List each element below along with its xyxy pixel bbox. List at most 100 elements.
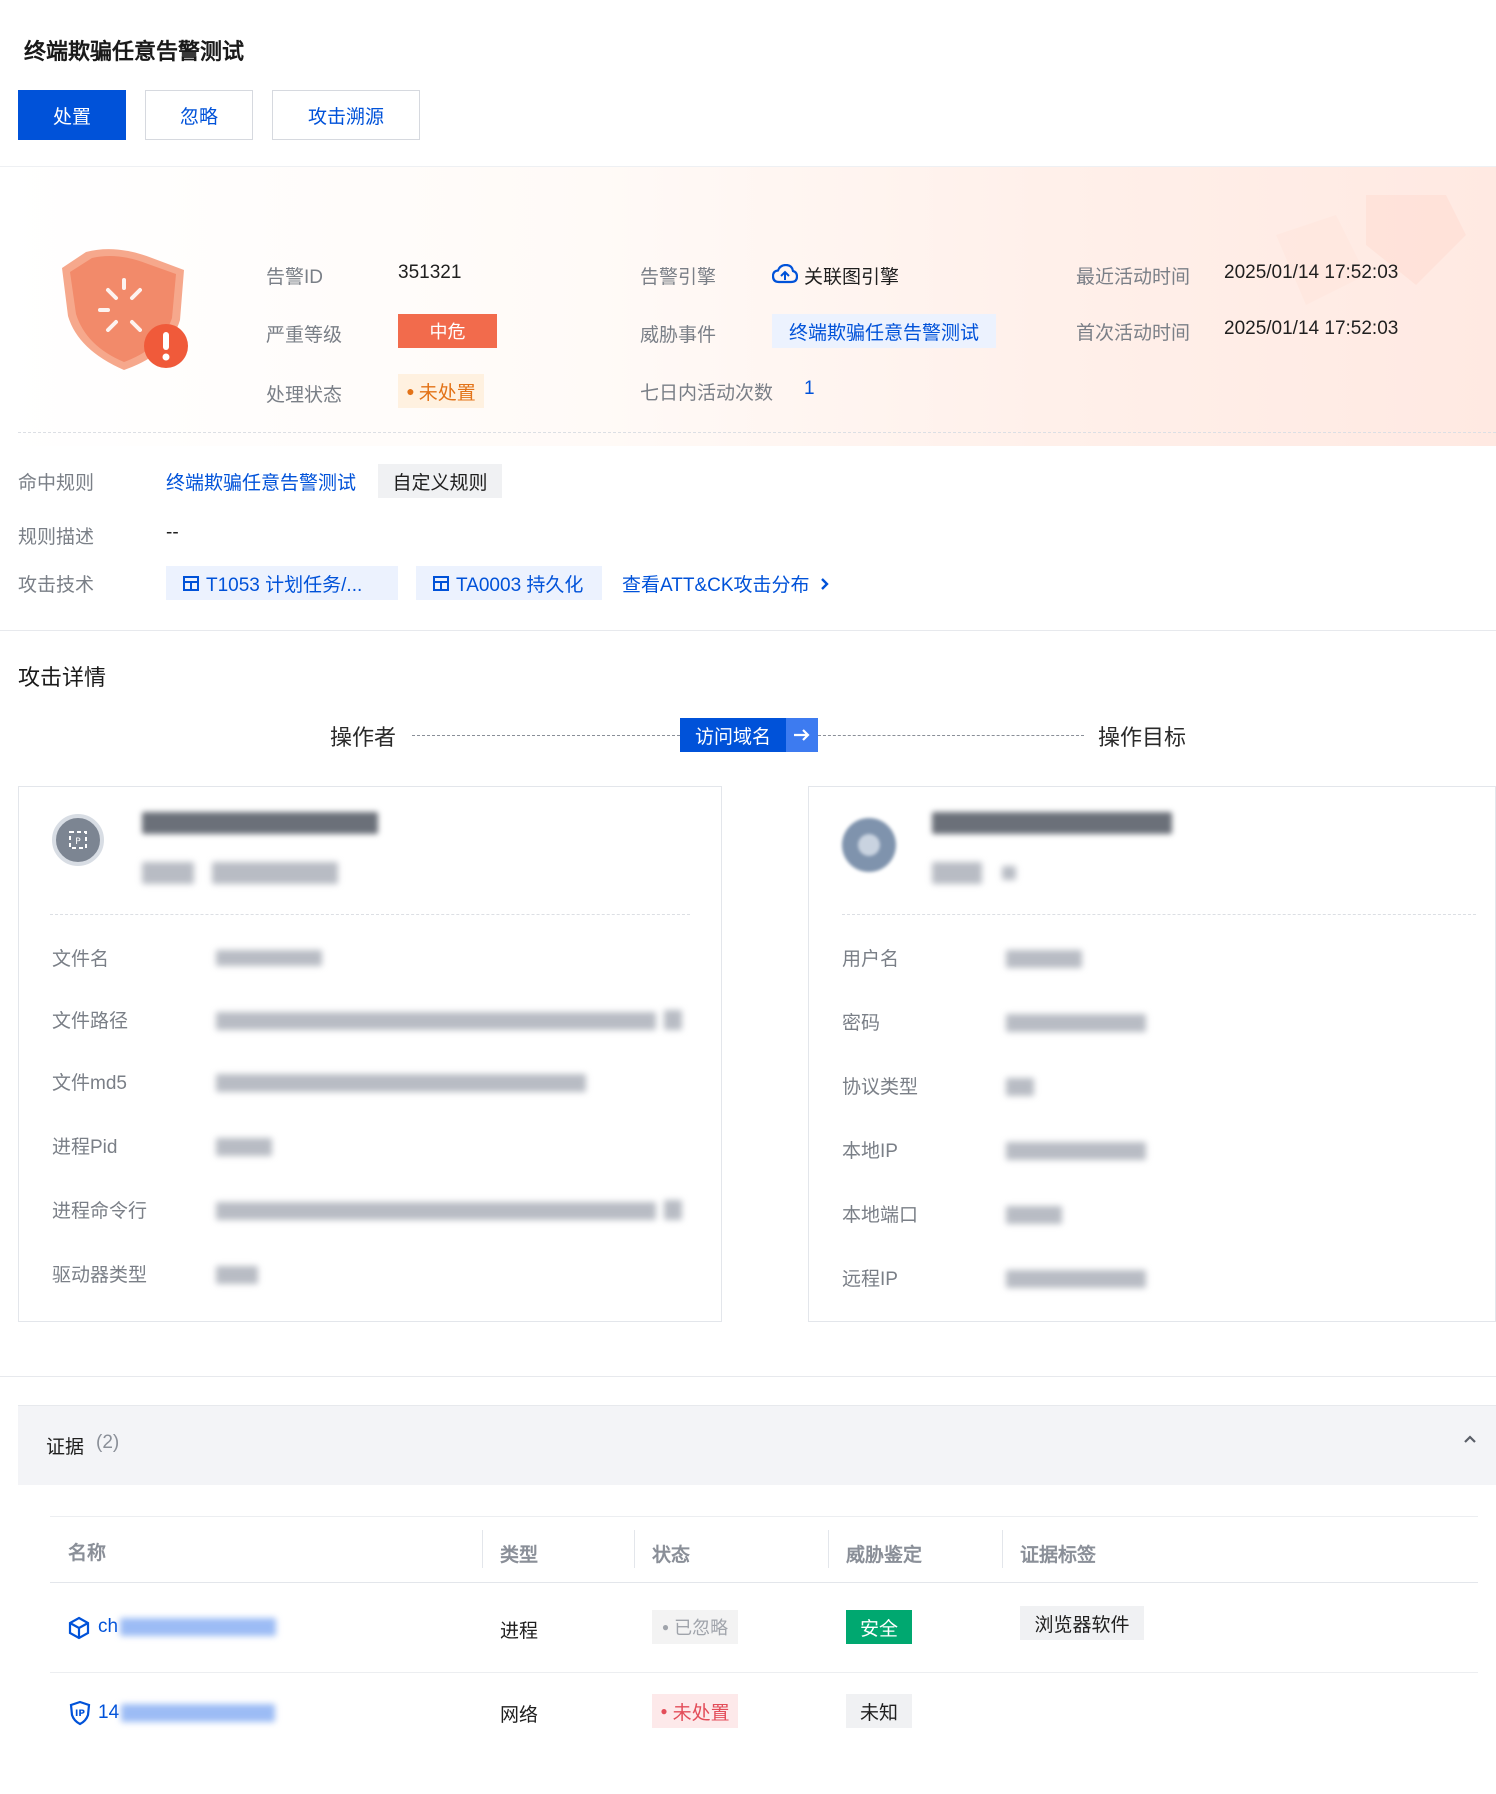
target-extra-redacted — [1002, 866, 1016, 880]
alert-id-value: 351321 — [398, 262, 462, 283]
evidence-ip-redacted — [121, 1704, 276, 1722]
field-pid-redacted — [216, 1138, 272, 1156]
copy-icon[interactable] — [664, 1200, 682, 1220]
status-dot-icon: ● — [406, 383, 415, 399]
tech-tag-t1053[interactable]: T1053 计划任务/... — [166, 566, 398, 600]
chevron-right-icon — [820, 577, 829, 590]
col-verdict: 威胁鉴定 — [846, 1545, 923, 1566]
cloud-engine-icon — [772, 264, 798, 284]
section-divider — [0, 1376, 1496, 1377]
rule-desc-label: 规则描述 — [18, 527, 95, 548]
status-dot-icon: ● — [660, 1704, 668, 1718]
evidence-type: 进程 — [500, 1621, 539, 1642]
custom-rule-tag: 自定义规则 — [378, 464, 502, 498]
field-drive-type-label: 驱动器类型 — [52, 1265, 148, 1286]
tech-tag-ta0003[interactable]: TA0003 持久化 — [416, 566, 602, 600]
field-protocol-label: 协议类型 — [842, 1077, 919, 1098]
attck-distribution-link[interactable]: 查看ATT&CK攻击分布 — [622, 570, 832, 597]
col-name: 名称 — [68, 1543, 107, 1564]
field-file-path-redacted — [216, 1012, 656, 1030]
field-file-path-label: 文件路径 — [52, 1011, 129, 1032]
evidence-tag-browser: 浏览器软件 — [1020, 1606, 1144, 1640]
copy-icon[interactable] — [664, 1010, 682, 1030]
evidence-title: 证据 — [46, 1437, 85, 1458]
field-file-name-redacted — [216, 950, 322, 966]
first-active-label: 首次活动时间 — [1076, 323, 1191, 344]
operator-tag-redacted — [142, 862, 194, 884]
col-status: 状态 — [652, 1545, 691, 1566]
grid-tech-icon — [433, 576, 449, 591]
table-header-line — [50, 1582, 1478, 1583]
field-password-redacted — [1006, 1014, 1146, 1032]
evidence-status-text: 已忽略 — [674, 1618, 729, 1638]
attck-link-text: 查看ATT&CK攻击分布 — [622, 575, 810, 596]
host-avatar-icon — [842, 818, 896, 872]
tech-tag-t1053-text: T1053 计划任务/... — [206, 574, 363, 596]
tech-tag-ta0003-text: TA0003 持久化 — [456, 574, 584, 596]
field-remote-ip-redacted — [1006, 1270, 1146, 1288]
field-file-md5-redacted — [216, 1074, 586, 1092]
field-protocol-redacted — [1006, 1078, 1034, 1096]
last-active-value: 2025/01/14 17:52:03 — [1224, 262, 1399, 283]
svg-text:IP: IP — [75, 1709, 85, 1719]
field-password-label: 密码 — [842, 1013, 881, 1034]
col-separator — [634, 1530, 635, 1568]
field-drive-type-redacted — [216, 1266, 258, 1284]
alert-id-label: 告警ID — [266, 267, 324, 288]
table-row-line — [50, 1672, 1478, 1673]
handle-button[interactable]: 处置 — [18, 90, 126, 140]
verdict-unknown-badge: 未知 — [846, 1694, 912, 1728]
shield-alert-icon — [62, 249, 188, 370]
event-label: 威胁事件 — [640, 325, 717, 346]
flow-line-right — [818, 735, 1084, 736]
verdict-safe-badge: 安全 — [846, 1610, 912, 1644]
status-dot-icon: ● — [661, 1620, 670, 1634]
rule-desc-value: -- — [166, 522, 179, 543]
col-separator — [1002, 1530, 1003, 1568]
col-separator — [828, 1530, 829, 1568]
chevron-up-icon[interactable] — [1462, 1432, 1478, 1446]
grid-tech-icon — [183, 576, 199, 591]
ignore-button[interactable]: 忽略 — [145, 90, 253, 140]
field-username-redacted — [1006, 950, 1082, 968]
field-file-md5-label: 文件md5 — [52, 1073, 127, 1094]
operator-card — [18, 786, 722, 1322]
table-top-line — [50, 1516, 1478, 1517]
col-evidence-tag: 证据标签 — [1020, 1545, 1097, 1566]
background-decoration-icon — [1276, 195, 1466, 305]
cube-icon — [68, 1616, 90, 1640]
evidence-status-unhandled: ● 未处置 — [652, 1694, 738, 1728]
process-avatar-icon: P — [52, 814, 104, 866]
target-tag-redacted — [932, 862, 982, 884]
svg-text:P: P — [75, 837, 81, 847]
attack-detail-title: 攻击详情 — [18, 665, 107, 690]
target-label: 操作目标 — [1098, 725, 1187, 750]
ip-shield-icon: IP — [69, 1700, 91, 1726]
evidence-name-link[interactable]: ch — [98, 1616, 277, 1638]
operator-label: 操作者 — [330, 725, 397, 750]
hit-rule-link[interactable]: 终端欺骗任意告警测试 — [166, 468, 356, 495]
severity-label: 严重等级 — [266, 325, 343, 346]
evidence-ip-link[interactable]: 14 — [98, 1702, 276, 1724]
field-cmdline-label: 进程命令行 — [52, 1201, 148, 1222]
status-badge-text: 未处置 — [418, 382, 476, 404]
evidence-header[interactable] — [18, 1405, 1496, 1485]
target-name-redacted — [932, 812, 1172, 834]
action-badge: 访问域名 — [680, 718, 786, 752]
evidence-status-text: 未处置 — [672, 1702, 730, 1724]
target-card-divider — [842, 914, 1476, 915]
evidence-name-prefix: ch — [98, 1616, 119, 1637]
evidence-ip-prefix: 14 — [98, 1702, 120, 1723]
evidence-count: (2) — [96, 1432, 120, 1453]
activity-count-value[interactable]: 1 — [804, 378, 815, 400]
col-separator — [482, 1530, 483, 1568]
event-link[interactable]: 终端欺骗任意告警测试 — [772, 314, 996, 348]
activity-count-label: 七日内活动次数 — [640, 383, 774, 404]
field-username-label: 用户名 — [842, 949, 900, 970]
target-card — [808, 786, 1496, 1322]
field-local-port-label: 本地端口 — [842, 1205, 919, 1226]
trace-button[interactable]: 攻击溯源 — [272, 90, 420, 140]
hit-rule-label: 命中规则 — [18, 473, 95, 494]
evidence-name-redacted — [120, 1618, 277, 1636]
section-divider — [0, 630, 1496, 631]
